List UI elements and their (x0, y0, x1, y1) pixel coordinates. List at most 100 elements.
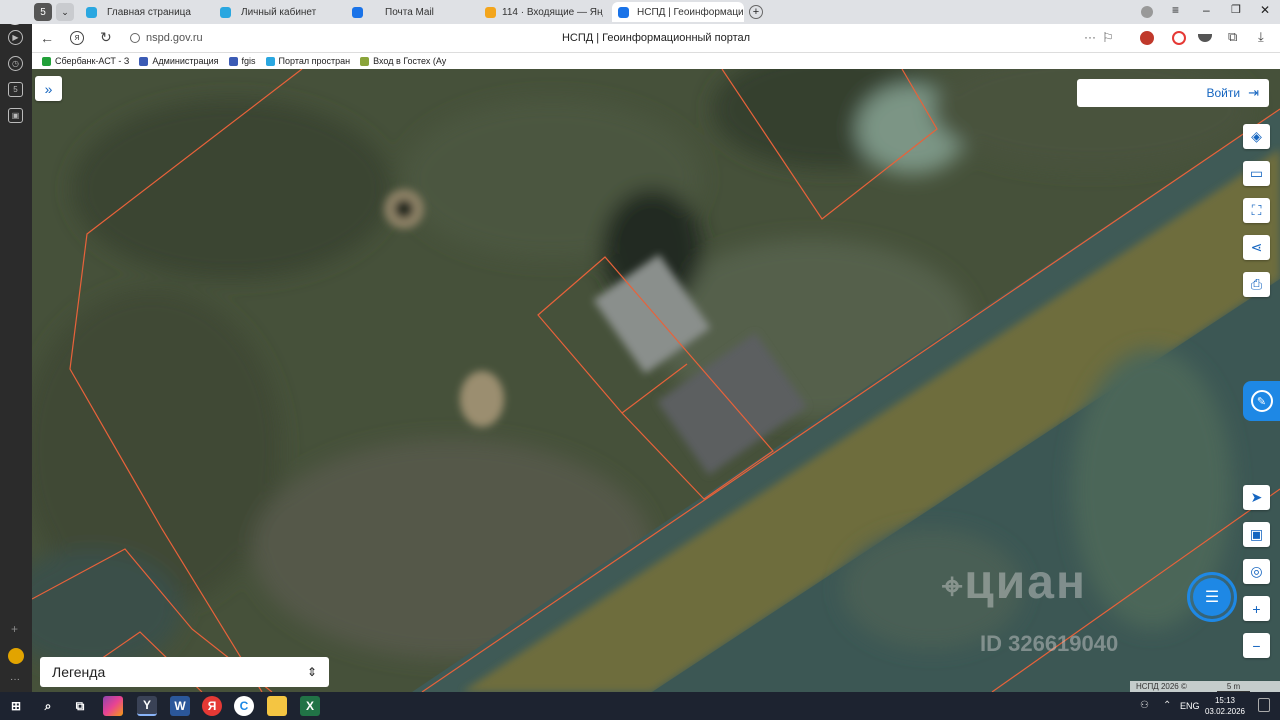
clock[interactable]: 15:13 03.02.2026 (1204, 695, 1246, 717)
favicon-icon (265, 56, 275, 66)
bookmark-sberbank[interactable]: Сбербанк-АСТ - З (42, 56, 129, 66)
task-view-icon[interactable]: ⧉ (70, 696, 90, 716)
share-icon: ⋖ (1250, 239, 1263, 255)
zoom-out-button[interactable]: − (1243, 633, 1270, 658)
tab-bar: 5 ⌄ Главная страница Личный кабинет Почт… (0, 0, 1280, 24)
zoom-in-button[interactable]: + (1243, 596, 1270, 621)
date-text: 03.02.2026 (1204, 707, 1246, 716)
layers-icon: ◈ (1251, 128, 1262, 144)
satellite-imagery (32, 69, 1280, 692)
add-panel-icon[interactable]: + (11, 622, 18, 636)
legend-label: Легенда (52, 664, 106, 680)
more-options-icon[interactable]: ··· (1084, 30, 1096, 44)
restore-icon[interactable]: ❐ (1231, 3, 1241, 16)
navigation-arrow-icon: ➤ (1250, 489, 1263, 505)
bookmarks-bar: Сбербанк-АСТ - З Администрация fgis Порт… (32, 53, 1280, 69)
expand-collapse-icon: ⇕ (306, 665, 317, 679)
bookmark-label: Администрация (152, 56, 219, 66)
feedback-icon: ✎ (1250, 390, 1273, 412)
play-icon[interactable]: ▶ (8, 30, 23, 45)
mail-icon (352, 6, 363, 18)
close-window-icon[interactable]: ✕ (1260, 3, 1270, 17)
tab-nspd[interactable]: НСПД | Геоинформаци ✕ (612, 2, 744, 22)
minimize-icon[interactable]: – (1203, 3, 1210, 17)
bookmark-label: Вход в Гостех (Ау (373, 56, 447, 66)
tab-main-page[interactable]: Главная страница (86, 2, 206, 22)
feedback-tab[interactable]: ✎ (1243, 381, 1280, 421)
word-icon[interactable]: W (170, 696, 190, 716)
favicon-icon (360, 56, 370, 66)
file-explorer-icon[interactable] (267, 696, 287, 716)
time-text: 15:13 (1214, 696, 1236, 705)
target-icon: ◎ (1250, 563, 1263, 579)
notifications-icon[interactable] (1258, 698, 1270, 712)
select-area-button[interactable]: ⛶ (1243, 198, 1270, 223)
download-icon[interactable]: ⤓ (1258, 29, 1264, 45)
windows-start-icon[interactable]: ⊞ (6, 696, 26, 716)
mail-icon (485, 6, 496, 18)
geolocation-button[interactable]: ◎ (1243, 559, 1270, 584)
extension-icon[interactable] (1140, 31, 1154, 45)
map-viewport[interactable]: » Войти ⇥ ◈ ▭ ⛶ ⋖ ⎙ ✎ ➤ ▣ ◎ + − ☰ ⌖циан … (32, 69, 1280, 692)
favicon-icon (86, 6, 97, 18)
yandex-browser-icon[interactable]: Y (137, 696, 157, 716)
account-icon[interactable] (1141, 6, 1153, 18)
locate-button[interactable]: ➤ (1243, 485, 1270, 510)
yandex-icon[interactable]: Я (202, 696, 222, 716)
address-bar-row: ← я ↻ nspd.gov.ru НСПД | Геоинформационн… (32, 24, 1280, 53)
share-button[interactable]: ⋖ (1243, 235, 1270, 260)
tab-yandex-mail[interactable]: 114 · Входящие — Яндекс (485, 2, 603, 22)
tab-label: НСПД | Геоинформаци (637, 6, 744, 18)
login-icon: ⇥ (1248, 85, 1259, 100)
attribution-bar: НСПД 2026 © 5 m (1130, 681, 1280, 692)
tab-mail[interactable]: Почта Mail (352, 2, 472, 22)
measure-button[interactable]: ▭ (1243, 161, 1270, 186)
gallery-icon[interactable]: ▣ (8, 108, 23, 123)
history-icon[interactable]: ◷ (8, 56, 23, 71)
more-icon[interactable]: ··· (10, 674, 20, 685)
expand-panel-button[interactable]: » (35, 76, 62, 101)
bookmark-label: Сбербанк-АСТ - З (55, 56, 130, 66)
badge-icon[interactable]: 5 (8, 82, 23, 97)
yandex-app-icon[interactable] (8, 648, 24, 664)
watermark-text: циан (964, 556, 1087, 609)
tray-chevron-icon[interactable]: ⌃ (1163, 700, 1171, 711)
collections-icon[interactable]: ⧉ (1228, 29, 1237, 45)
chat-button[interactable]: ☰ (1187, 572, 1237, 622)
legend-panel[interactable]: Легенда ⇕ (40, 657, 329, 687)
app-c-icon[interactable]: C (234, 696, 254, 716)
watermark-brand: ⌖циан (942, 559, 1087, 607)
layers-button[interactable]: ◈ (1243, 124, 1270, 149)
tab-personal-account[interactable]: Личный кабинет (220, 2, 340, 22)
print-button[interactable]: ⎙ (1243, 272, 1270, 297)
new-tab-icon[interactable]: + (749, 5, 763, 19)
copyright-text: НСПД 2026 © (1136, 682, 1187, 691)
watermark-id: ID 326619040 (980, 631, 1119, 656)
minus-icon: − (1252, 637, 1261, 654)
select-area-icon: ⛶ (1251, 202, 1262, 218)
double-chevron-right-icon: » (44, 80, 53, 97)
people-icon[interactable]: ⚇ (1140, 700, 1149, 711)
menu-icon[interactable]: ≡ (1172, 3, 1179, 17)
bookmark-label: fgis (241, 56, 256, 66)
bookmark-icon[interactable]: ⚐ (1102, 30, 1114, 46)
minimap-button[interactable]: ▣ (1243, 522, 1270, 547)
bookmark-portal[interactable]: Портал простран (265, 56, 350, 66)
search-icon[interactable]: ⌕ (38, 696, 58, 716)
map-pin-icon: ⌖ (942, 565, 965, 606)
language-indicator[interactable]: ENG (1180, 701, 1200, 711)
plus-icon: + (1252, 600, 1261, 617)
excel-icon[interactable]: X (300, 696, 320, 716)
tabs-menu-chevron-icon[interactable]: ⌄ (56, 3, 74, 21)
login-label: Войти (1206, 86, 1241, 100)
workspace-badge[interactable]: 5 (34, 3, 52, 21)
tab-label: 114 · Входящие — Яндекс (502, 6, 603, 18)
minimap-icon: ▣ (1249, 526, 1264, 542)
extension-2-icon[interactable] (1172, 31, 1186, 45)
app-icon[interactable] (103, 696, 123, 716)
login-button[interactable]: Войти ⇥ (1077, 79, 1269, 107)
bookmark-fgis[interactable]: fgis (228, 56, 256, 66)
bookmark-gostech[interactable]: Вход в Гостех (Ау (360, 56, 446, 66)
bookmark-administration[interactable]: Администрация (139, 56, 219, 66)
emblem-icon (228, 56, 238, 66)
